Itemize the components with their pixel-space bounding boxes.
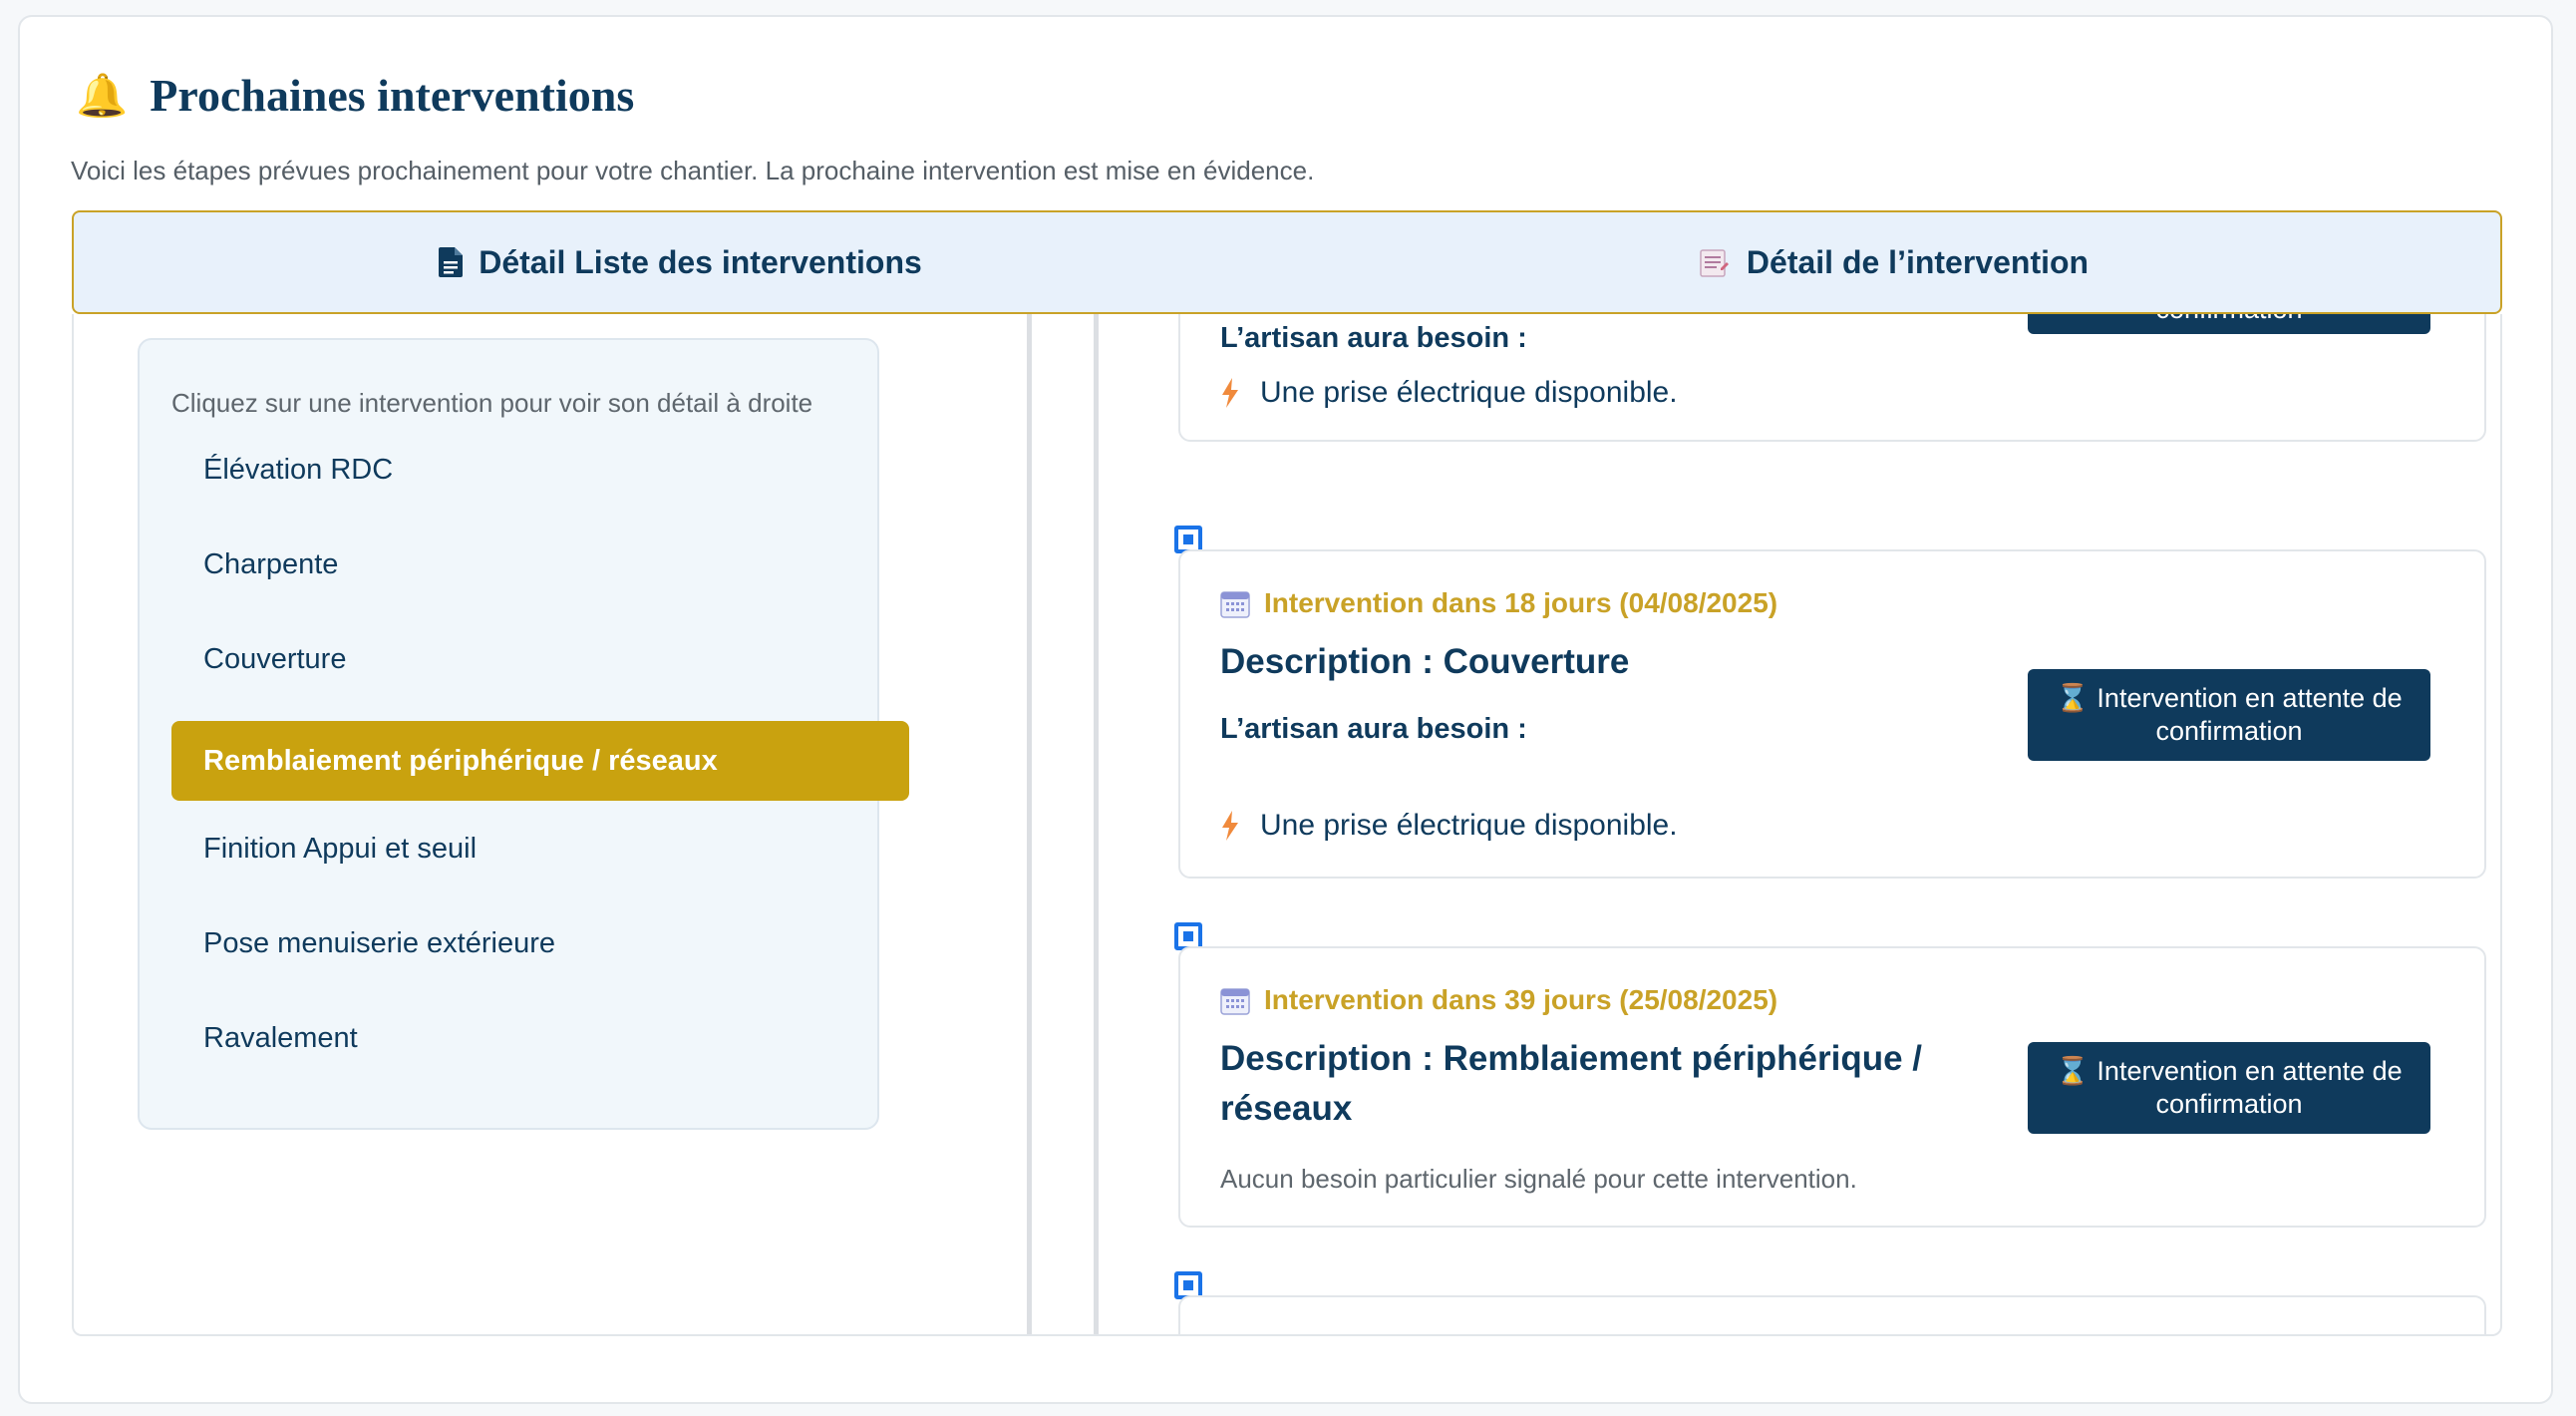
list-item[interactable]: Charpente — [171, 525, 909, 604]
need-item: Une prise électrique disponible. — [1220, 809, 1678, 843]
bell-icon: 🔔 — [76, 71, 129, 119]
status-badge: confirmation — [2028, 314, 2430, 334]
intervention-card[interactable]: Intervention dans 18 jours (04/08/2025) … — [1178, 549, 2486, 879]
list-item-active[interactable]: Remblaiement périphérique / réseaux — [171, 721, 909, 801]
needs-label: L’artisan aura besoin : — [1220, 713, 1527, 745]
tab-bar: Détail Liste des interventions Détail de… — [72, 210, 2502, 314]
list-item[interactable]: Couverture — [171, 619, 909, 699]
document-icon — [439, 247, 464, 277]
status-badge: ⌛ Intervention en attente de confirmatio… — [2028, 669, 2430, 761]
list-item[interactable]: Finition Appui et seuil — [171, 809, 909, 888]
list-item[interactable]: Pose menuiserie extérieure — [171, 903, 909, 983]
lightning-icon — [1220, 378, 1240, 408]
page-subtitle: Voici les étapes prévues prochainement p… — [71, 156, 1315, 185]
intervention-description: Description : Couverture — [1220, 642, 1630, 681]
calendar-icon — [1220, 985, 1250, 1015]
list-item[interactable]: Élévation RDC — [171, 430, 909, 510]
intervention-card-partial — [1178, 1295, 2486, 1334]
list-hint: Cliquez sur une intervention pour voir s… — [171, 388, 813, 418]
need-item: Une prise électrique disponible. — [1220, 376, 1678, 410]
notepad-icon — [1699, 246, 1731, 278]
tab-intervention-details-label: Détail de l’intervention — [1746, 243, 2090, 280]
lightning-icon — [1220, 811, 1240, 841]
list-item[interactable]: Ravalement — [171, 998, 909, 1078]
no-needs-text: Aucun besoin particulier signalé pour ce… — [1220, 1164, 1857, 1194]
intervention-list: Cliquez sur une intervention pour voir s… — [138, 338, 909, 1130]
tab-intervention-details[interactable]: Détail de l’intervention — [1287, 212, 2500, 312]
intervention-date: Intervention dans 39 jours (25/08/2025) — [1220, 984, 1777, 1016]
tab-list-details-label: Détail Liste des interventions — [479, 243, 922, 280]
intervention-date: Intervention dans 18 jours (04/08/2025) — [1220, 587, 1777, 619]
tab-list-details[interactable]: Détail Liste des interventions — [74, 212, 1287, 312]
column-divider — [1027, 314, 1032, 1334]
page-title: Prochaines interventions — [150, 70, 635, 121]
intervention-card-partial: L’artisan aura besoin : confirmation Une… — [1178, 314, 2486, 442]
intervention-card[interactable]: Intervention dans 39 jours (25/08/2025) … — [1178, 946, 2486, 1228]
details-scroll-area[interactable]: L’artisan aura besoin : confirmation Une… — [1099, 314, 2500, 1334]
title-row: 🔔 Prochaines interventions — [76, 69, 634, 122]
interventions-card: 🔔 Prochaines interventions Voici les éta… — [18, 15, 2553, 1404]
intervention-description: Description : Remblaiement périphérique … — [1220, 1039, 1923, 1128]
calendar-icon — [1220, 588, 1250, 618]
needs-label: L’artisan aura besoin : — [1220, 322, 1527, 354]
content-panel: Cliquez sur une intervention pour voir s… — [72, 314, 2502, 1336]
status-badge: ⌛ Intervention en attente de confirmatio… — [2028, 1042, 2430, 1134]
